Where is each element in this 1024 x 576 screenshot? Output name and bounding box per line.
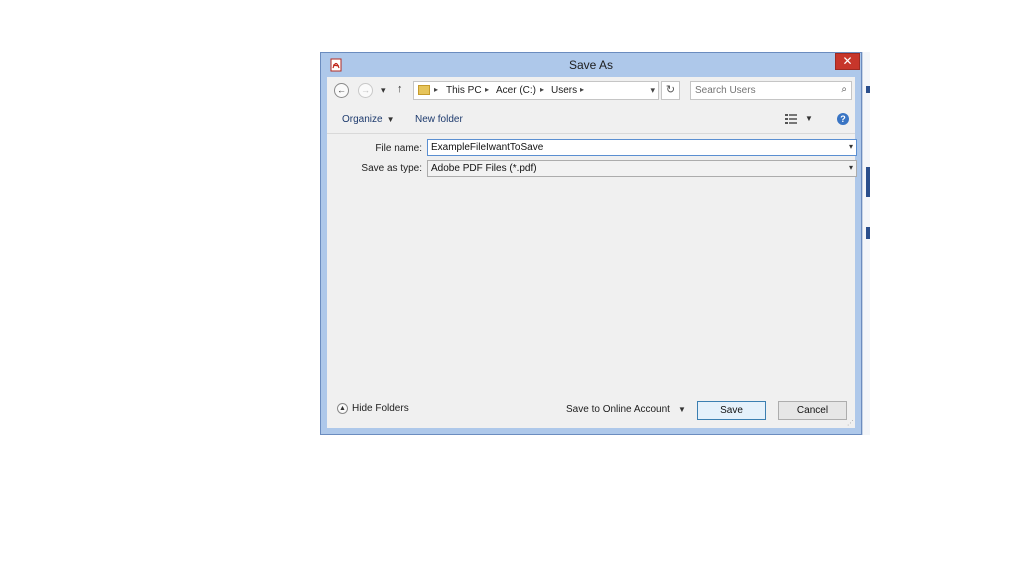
navigation-bar: ← → ▾ ↑ ▸ This PC ▸ Acer (C:) ▸ Users ▸ …: [327, 77, 855, 107]
collapse-up-icon: ▲: [337, 403, 348, 414]
view-details-icon[interactable]: [785, 114, 797, 124]
breadcrumb-separator-icon: ▸: [434, 85, 439, 94]
background-window-edge: [862, 52, 870, 435]
back-arrow-icon: ←: [337, 85, 346, 95]
title-bar[interactable]: Save As ✕: [321, 53, 861, 77]
up-button[interactable]: ↑: [397, 83, 403, 95]
breadcrumb-separator-icon[interactable]: ▸: [580, 85, 584, 94]
forward-button[interactable]: →: [358, 83, 373, 98]
file-name-label: File name:: [375, 143, 422, 154]
back-button[interactable]: ←: [334, 83, 349, 98]
command-toolbar: Organize ▼ New folder ▼ ?: [327, 107, 855, 134]
organize-label: Organize: [342, 114, 383, 125]
refresh-button[interactable]: ↻: [661, 81, 680, 100]
save-as-dialog: Save As ✕ ← → ▾ ↑ ▸ This PC ▸ Acer (C:) …: [320, 52, 862, 435]
cancel-button[interactable]: Cancel: [778, 401, 847, 420]
forward-arrow-icon: →: [361, 85, 370, 95]
breadcrumb-acer-c[interactable]: Acer (C:): [496, 85, 536, 96]
hide-folders-toggle[interactable]: ▲ Hide Folders: [337, 403, 409, 414]
window-title: Save As: [568, 58, 614, 72]
folder-icon: [418, 85, 430, 95]
file-name-input[interactable]: [431, 141, 836, 154]
save-type-value: Adobe PDF Files (*.pdf): [431, 163, 537, 174]
refresh-icon: ↻: [665, 84, 676, 96]
save-type-label: Save as type:: [361, 163, 422, 174]
help-icon[interactable]: ?: [837, 113, 849, 125]
file-name-field[interactable]: ▾: [427, 139, 857, 156]
breadcrumb-users[interactable]: Users: [551, 85, 577, 96]
chevron-down-icon: ▼: [386, 115, 395, 124]
save-type-dropdown-icon[interactable]: ▾: [849, 163, 853, 172]
file-name-dropdown-icon[interactable]: ▾: [849, 142, 853, 151]
new-folder-button[interactable]: New folder: [415, 114, 463, 125]
dialog-body: ← → ▾ ↑ ▸ This PC ▸ Acer (C:) ▸ Users ▸ …: [327, 77, 857, 428]
save-online-account-button[interactable]: Save to Online Account: [566, 404, 670, 415]
breadcrumb-separator-icon[interactable]: ▸: [540, 85, 544, 94]
resize-grip-icon[interactable]: ⋰: [847, 419, 854, 427]
recent-locations-dropdown[interactable]: ▾: [381, 85, 386, 96]
close-icon: ✕: [842, 54, 853, 68]
save-button[interactable]: Save: [697, 401, 766, 420]
search-box[interactable]: ⌕: [690, 81, 852, 100]
search-icon[interactable]: ⌕: [841, 84, 847, 95]
save-type-select[interactable]: Adobe PDF Files (*.pdf) ▾: [427, 160, 857, 177]
close-button[interactable]: ✕: [835, 53, 860, 70]
hide-folders-label: Hide Folders: [352, 403, 409, 415]
save-online-dropdown-icon[interactable]: ▼: [678, 405, 686, 414]
address-dropdown-icon[interactable]: ▾: [650, 85, 655, 96]
organize-menu[interactable]: Organize ▼: [342, 114, 395, 125]
address-bar[interactable]: ▸ This PC ▸ Acer (C:) ▸ Users ▸ ▾: [413, 81, 659, 100]
search-input[interactable]: [695, 83, 827, 98]
view-options-dropdown-icon[interactable]: ▼: [805, 114, 813, 123]
breadcrumb-separator-icon[interactable]: ▸: [485, 85, 489, 94]
breadcrumb-this-pc[interactable]: This PC: [446, 85, 482, 96]
